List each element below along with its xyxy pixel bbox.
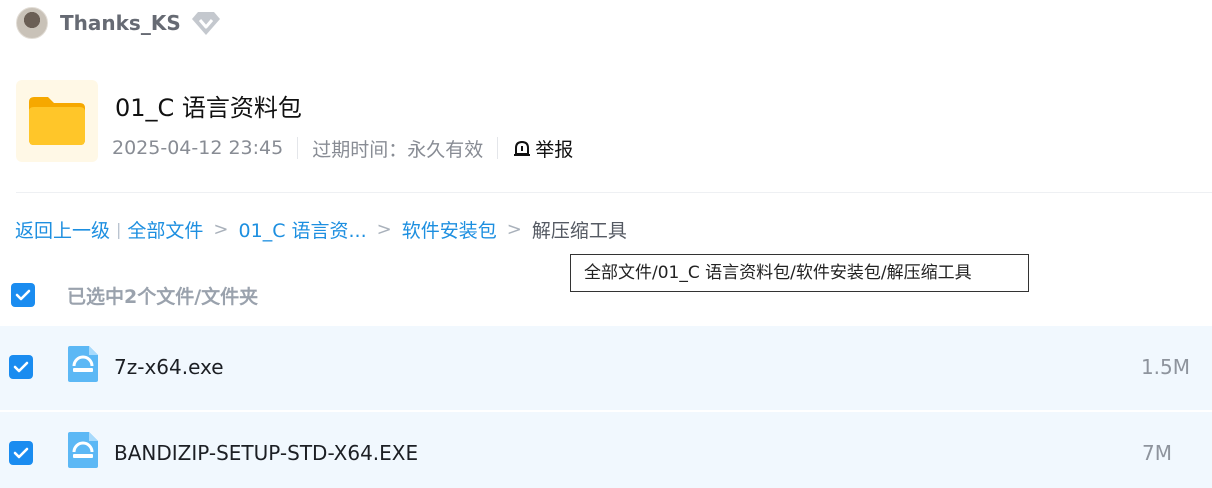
breadcrumb-level1[interactable]: 01_C 语言资...: [239, 216, 367, 243]
chevron-right-icon: >: [213, 218, 229, 240]
breadcrumb: 返回上一级 | 全部文件 > 01_C 语言资... > 软件安装包 > 解压缩…: [15, 214, 627, 244]
path-tooltip: 全部文件/01_C 语言资料包/软件安装包/解压缩工具: [570, 254, 1029, 292]
chevron-right-icon: >: [506, 218, 522, 240]
share-folder-icon: [16, 80, 98, 162]
breadcrumb-separator: |: [116, 219, 122, 239]
back-link[interactable]: 返回上一级: [15, 216, 110, 243]
avatar[interactable]: [16, 7, 48, 39]
check-icon: [15, 289, 31, 301]
meta-divider: [297, 137, 299, 159]
breadcrumb-root[interactable]: 全部文件: [127, 216, 203, 243]
share-page: Thanks_KS 01_C 语言资料包 2025-04-12 23:45 过期…: [0, 0, 1212, 488]
exe-file-icon: [68, 432, 98, 472]
file-size: 7M: [1142, 441, 1172, 465]
selection-count: 已选中2个文件/文件夹: [67, 286, 259, 308]
file-name[interactable]: BANDIZIP-SETUP-STD-X64.EXE: [114, 441, 418, 465]
file-size: 1.5M: [1140, 355, 1190, 379]
file-row[interactable]: BANDIZIP-SETUP-STD-X64.EXE 7M: [0, 412, 1212, 488]
file-checkbox[interactable]: [9, 355, 33, 379]
user-header: Thanks_KS: [16, 6, 221, 40]
select-all-checkbox[interactable]: [11, 283, 35, 307]
report-button[interactable]: 举报: [512, 135, 573, 162]
meta-divider: [497, 137, 499, 159]
chevron-right-icon: >: [376, 218, 392, 240]
exe-file-icon: [68, 346, 98, 386]
share-meta: 2025-04-12 23:45 过期时间：永久有效 举报: [112, 134, 573, 162]
file-row[interactable]: 7z-x64.exe 1.5M: [0, 326, 1212, 410]
vip-diamond-icon: [191, 8, 221, 38]
file-name[interactable]: 7z-x64.exe: [114, 355, 224, 379]
username[interactable]: Thanks_KS: [60, 11, 181, 35]
share-date: 2025-04-12 23:45: [112, 137, 284, 159]
breadcrumb-level2[interactable]: 软件安装包: [402, 216, 497, 243]
section-divider: [16, 192, 1212, 193]
breadcrumb-current: 解压缩工具: [531, 219, 627, 242]
report-label: 举报: [535, 138, 574, 161]
alarm-icon: [514, 140, 531, 156]
share-title: 01_C 语言资料包: [115, 94, 302, 122]
expire-text: 过期时间：永久有效: [312, 138, 484, 161]
file-checkbox[interactable]: [9, 441, 33, 465]
check-icon: [13, 361, 29, 373]
check-icon: [13, 447, 29, 459]
